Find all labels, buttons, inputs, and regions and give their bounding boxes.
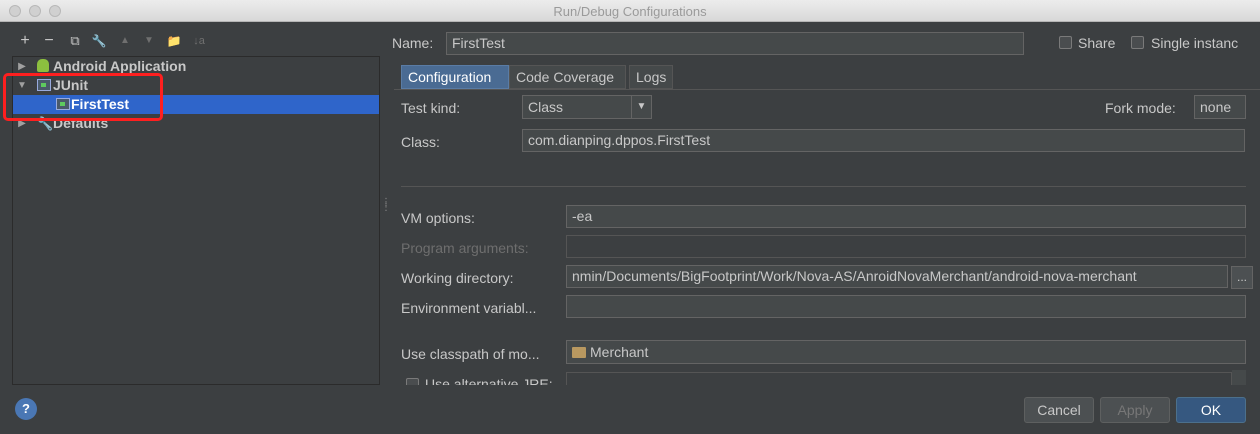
tab-logs[interactable]: Logs	[629, 65, 673, 89]
name-label: Name:	[392, 35, 434, 51]
test-kind-select[interactable]: Class ▼	[522, 95, 652, 119]
module-folder-icon	[572, 347, 586, 358]
splitter-handle[interactable]: ⋮ ⋮	[381, 198, 391, 213]
tab-code-coverage[interactable]: Code Coverage	[509, 65, 626, 89]
alt-jre-input[interactable]	[566, 372, 1232, 385]
title-bar: Run/Debug Configurations	[0, 0, 1260, 22]
ok-button[interactable]: OK	[1176, 397, 1246, 423]
alt-jre-label: Use alternative JRE:	[425, 376, 553, 385]
fork-mode-label: Fork mode:	[1105, 100, 1176, 116]
browse-button[interactable]: ...	[1231, 266, 1253, 289]
config-toolbar: + − ⧉ 🔧 ▲ ▼ 📁 ↓a	[12, 30, 382, 54]
share-label: Share	[1078, 35, 1116, 51]
classpath-module-select[interactable]: Merchant	[566, 340, 1246, 364]
working-directory-label: Working directory:	[401, 270, 514, 286]
vm-options-label: VM options:	[401, 210, 475, 226]
tab-configuration[interactable]: Configuration	[401, 65, 509, 89]
class-input[interactable]: com.dianping.dppos.FirstTest	[522, 129, 1245, 152]
folder-icon[interactable]: 📁	[165, 32, 183, 50]
test-kind-label: Test kind:	[401, 100, 461, 116]
single-instance-label: Single instanc	[1151, 35, 1239, 51]
classpath-module-label: Use classpath of mo...	[401, 346, 540, 362]
vm-options-input[interactable]: -ea	[566, 205, 1246, 228]
environment-variables-input[interactable]	[566, 295, 1246, 318]
alt-jre-checkbox[interactable]	[406, 378, 419, 385]
red-highlight-annotation	[3, 73, 163, 121]
wrench-icon[interactable]: 🔧	[90, 32, 108, 50]
vertical-scrollbar[interactable]	[1232, 370, 1246, 385]
name-input[interactable]: FirstTest	[446, 32, 1024, 55]
move-down-icon[interactable]: ▼	[140, 32, 158, 50]
section-separator	[401, 186, 1246, 187]
program-arguments-label: Program arguments:	[401, 240, 529, 256]
program-arguments-input[interactable]	[566, 235, 1246, 258]
remove-icon[interactable]: −	[40, 32, 58, 50]
chevron-down-icon: ▼	[631, 96, 651, 118]
share-checkbox[interactable]	[1059, 36, 1072, 49]
single-instance-checkbox[interactable]	[1131, 36, 1144, 49]
copy-icon[interactable]: ⧉	[66, 32, 84, 50]
class-label: Class:	[401, 134, 440, 150]
window-title: Run/Debug Configurations	[553, 4, 707, 19]
sort-icon[interactable]: ↓a	[190, 32, 208, 50]
add-icon[interactable]: +	[16, 32, 34, 50]
classpath-module-value: Merchant	[590, 344, 649, 360]
apply-button[interactable]: Apply	[1100, 397, 1170, 423]
help-button[interactable]: ?	[15, 398, 37, 420]
environment-variables-label: Environment variabl...	[401, 300, 537, 316]
move-up-icon[interactable]: ▲	[116, 32, 134, 50]
working-directory-input[interactable]: nmin/Documents/BigFootprint/Work/Nova-AS…	[566, 265, 1228, 288]
alt-jre-row: Use alternative JRE:	[394, 370, 1246, 385]
fork-mode-select[interactable]: none	[1194, 95, 1246, 119]
test-kind-value: Class	[528, 99, 564, 115]
fork-mode-value: none	[1200, 99, 1232, 115]
cancel-button[interactable]: Cancel	[1024, 397, 1094, 423]
android-icon	[37, 59, 49, 72]
